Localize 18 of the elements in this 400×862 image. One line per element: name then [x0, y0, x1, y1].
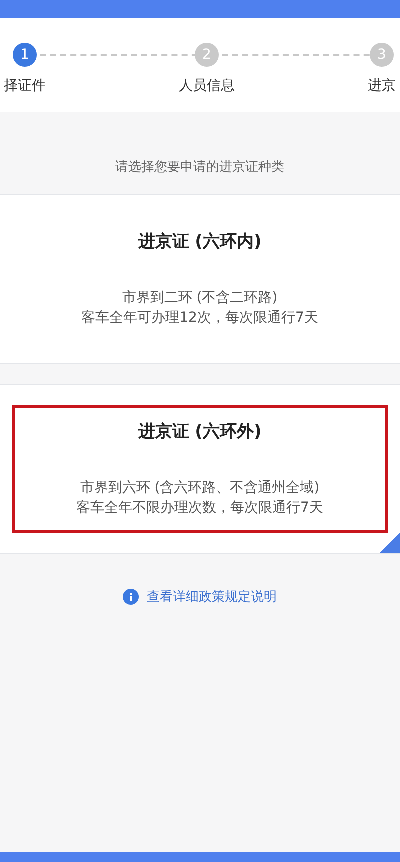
policy-link-text[interactable]: 查看详细政策规定说明 — [147, 588, 277, 606]
step-number: 1 — [13, 43, 37, 67]
policy-link[interactable]: 查看详细政策规定说明 — [0, 588, 400, 606]
info-icon — [123, 589, 139, 606]
card-title: 进京证 (六环外) — [137, 421, 263, 444]
card-description: 客车全年不限办理次数，每次限通行7天 — [76, 498, 324, 518]
card-description: 市界到二环 (不含二环路) — [121, 289, 279, 308]
card-description: 市界到六环 (含六环路、不含通州全域) — [79, 479, 321, 498]
card-description: 客车全年可办理12次，每次限通行7天 — [80, 308, 320, 328]
permit-option-card[interactable]: 进京证 (六环外) 市界到六环 (含六环路、不含通州全域) 客车全年不限办理次数，每次限通行7天 — [0, 384, 400, 554]
bottom-button-bar[interactable] — [0, 852, 400, 862]
card-title: 进京证 (六环内) — [137, 231, 263, 253]
prompt-text: 请选择您要申请的进京证种类 — [114, 159, 286, 176]
step-label: 人员信息 — [179, 77, 235, 95]
permit-option-card[interactable]: 进京证 (六环内) 市界到二环 (不含二环路) 客车全年可办理12次，每次限通行7天 — [0, 194, 400, 364]
selected-corner-icon — [380, 533, 400, 554]
step-label: 进京 — [368, 77, 396, 95]
step-label: 择证件 — [4, 77, 46, 95]
